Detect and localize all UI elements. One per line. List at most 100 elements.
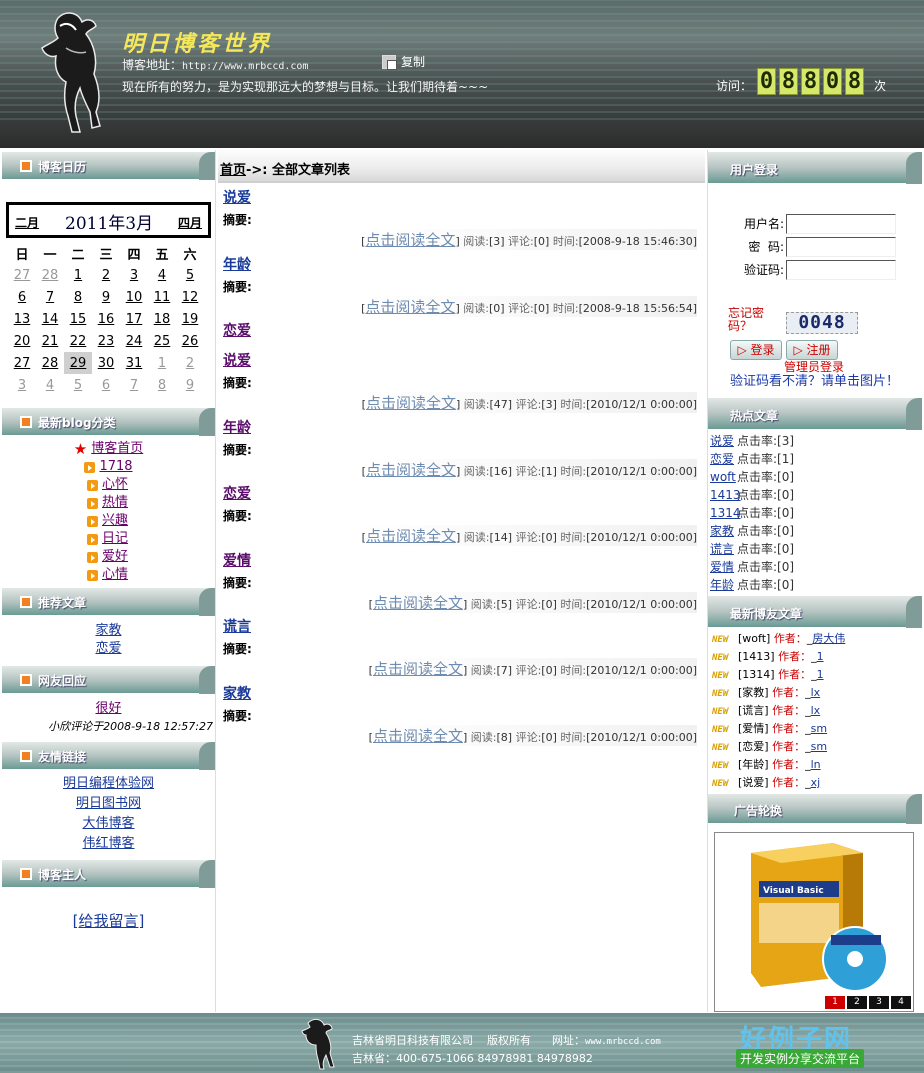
recommended-link[interactable]: 恋爱 [95, 641, 121, 656]
hot-article-link[interactable]: 1413 [710, 486, 741, 504]
calendar-day[interactable]: 30 [92, 352, 120, 374]
calendar-day[interactable]: 1 [64, 264, 92, 286]
calendar-day[interactable]: 4 [148, 264, 176, 286]
article-title[interactable]: 说爱 [223, 349, 705, 373]
calendar-day[interactable]: 24 [120, 330, 148, 352]
calendar-day[interactable]: 3 [120, 264, 148, 286]
forgot-password-link[interactable]: 忘记密码？ [728, 307, 772, 333]
calendar-day[interactable]: 2 [176, 352, 204, 374]
article-title[interactable]: 年龄 [223, 253, 705, 277]
category-item[interactable]: 日记 [2, 530, 215, 548]
latest-article-link[interactable]: [说爱] [738, 776, 769, 789]
captcha-input[interactable] [786, 259, 896, 280]
article-title[interactable]: 年龄 [223, 416, 705, 440]
calendar-day[interactable]: 16 [92, 308, 120, 330]
article-title[interactable]: 说爱 [223, 186, 705, 210]
friend-link[interactable]: 明日编程体验网 [63, 776, 154, 791]
author-link[interactable]: sm [811, 722, 827, 735]
article-title[interactable]: 家教 [223, 682, 705, 706]
author-link[interactable]: ln [811, 758, 821, 771]
calendar-day[interactable]: 6 [8, 286, 36, 308]
hot-article-link[interactable]: 1314 [710, 504, 741, 522]
author-link[interactable]: 房大伟 [812, 632, 845, 645]
friend-link[interactable]: 明日图书网 [76, 796, 141, 811]
read-full-link[interactable]: 点击阅读全文 [366, 394, 456, 412]
ad-page-button[interactable]: 2 [847, 996, 867, 1009]
register-button[interactable]: ▷ 注册 [786, 340, 838, 360]
read-full-link[interactable]: 点击阅读全文 [373, 727, 463, 745]
category-item[interactable]: 1718 [2, 458, 215, 476]
hot-article-link[interactable]: 年龄 [710, 576, 737, 594]
calendar-day[interactable]: 22 [64, 330, 92, 352]
breadcrumb-home[interactable]: 首页 [220, 163, 246, 178]
category-item[interactable]: 心怀 [2, 476, 215, 494]
calendar-next-month[interactable]: 四月 [178, 214, 202, 231]
calendar-day[interactable]: 13 [8, 308, 36, 330]
hot-article-link[interactable]: 说爱 [710, 432, 737, 450]
category-home[interactable]: ★ 博客首页 [2, 440, 215, 458]
latest-article-link[interactable]: [woft] [738, 632, 770, 645]
calendar-day[interactable]: 5 [64, 374, 92, 396]
calendar-day[interactable]: 9 [92, 286, 120, 308]
category-link[interactable]: 1718 [99, 458, 132, 476]
author-link[interactable]: 1 [817, 668, 824, 681]
article-title[interactable]: 恋爱 [223, 482, 705, 506]
comment-link[interactable]: 很好 [95, 701, 121, 716]
ad-banner[interactable]: Visual Basic 1 2 3 4 [714, 832, 914, 1012]
author-link[interactable]: 1 [817, 650, 824, 663]
leave-message-link[interactable]: [给我留言] [73, 912, 145, 930]
copy-button[interactable]: 复制 [382, 53, 425, 70]
hot-article-link[interactable]: 恋爱 [710, 450, 737, 468]
category-link[interactable]: 爱好 [102, 548, 130, 566]
footer-site-url[interactable]: www.mrbccd.com [585, 1037, 661, 1047]
calendar-day[interactable]: 17 [120, 308, 148, 330]
latest-article-link[interactable]: [谎言] [738, 704, 769, 717]
hot-article-link[interactable]: woft [710, 468, 737, 486]
password-input[interactable] [786, 236, 896, 257]
calendar-day[interactable]: 2 [92, 264, 120, 286]
category-link[interactable]: 心情 [102, 566, 130, 584]
latest-article-link[interactable]: [年龄] [738, 758, 769, 771]
calendar-day[interactable]: 15 [64, 308, 92, 330]
author-link[interactable]: sm [811, 740, 827, 753]
calendar-day[interactable]: 5 [176, 264, 204, 286]
article-title[interactable]: 谎言 [223, 615, 705, 639]
username-input[interactable] [786, 213, 896, 234]
ad-page-button[interactable]: 4 [891, 996, 911, 1009]
calendar-day[interactable]: 3 [8, 374, 36, 396]
calendar-day[interactable]: 27 [8, 352, 36, 374]
author-link[interactable]: lx [811, 704, 821, 717]
read-full-link[interactable]: 点击阅读全文 [366, 461, 456, 479]
calendar-day[interactable]: 21 [36, 330, 64, 352]
latest-article-link[interactable]: [家教] [738, 686, 769, 699]
category-item[interactable]: 兴趣 [2, 512, 215, 530]
calendar-day[interactable]: 6 [92, 374, 120, 396]
recommended-link[interactable]: 家教 [95, 623, 121, 638]
calendar-day[interactable]: 19 [176, 308, 204, 330]
hot-article-link[interactable]: 家教 [710, 522, 737, 540]
ad-page-button[interactable]: 3 [869, 996, 889, 1009]
calendar-day-today[interactable]: 29 [64, 352, 92, 374]
hot-article-link[interactable]: 谎言 [710, 540, 737, 558]
category-item[interactable]: 心情 [2, 566, 215, 584]
ad-page-button[interactable]: 1 [825, 996, 845, 1009]
calendar-day[interactable]: 7 [36, 286, 64, 308]
calendar-day[interactable]: 25 [148, 330, 176, 352]
article-title[interactable]: 恋爱 [223, 319, 705, 343]
calendar-day[interactable]: 27 [8, 264, 36, 286]
calendar-day[interactable]: 28 [36, 352, 64, 374]
read-full-link[interactable]: 点击阅读全文 [366, 527, 456, 545]
captcha-image[interactable]: 0048 [786, 312, 858, 334]
hot-article-link[interactable]: 爱情 [710, 558, 737, 576]
read-full-link[interactable]: 点击阅读全文 [373, 660, 463, 678]
calendar-day[interactable]: 31 [120, 352, 148, 374]
calendar-day[interactable]: 11 [148, 286, 176, 308]
friend-link[interactable]: 大伟博客 [82, 816, 134, 831]
calendar-day[interactable]: 18 [148, 308, 176, 330]
calendar-day[interactable]: 7 [120, 374, 148, 396]
login-button[interactable]: ▷ 登录 [730, 340, 782, 360]
calendar-day[interactable]: 1 [148, 352, 176, 374]
calendar-day[interactable]: 28 [36, 264, 64, 286]
category-home-link[interactable]: 博客首页 [91, 440, 143, 458]
category-link[interactable]: 日记 [102, 530, 130, 548]
